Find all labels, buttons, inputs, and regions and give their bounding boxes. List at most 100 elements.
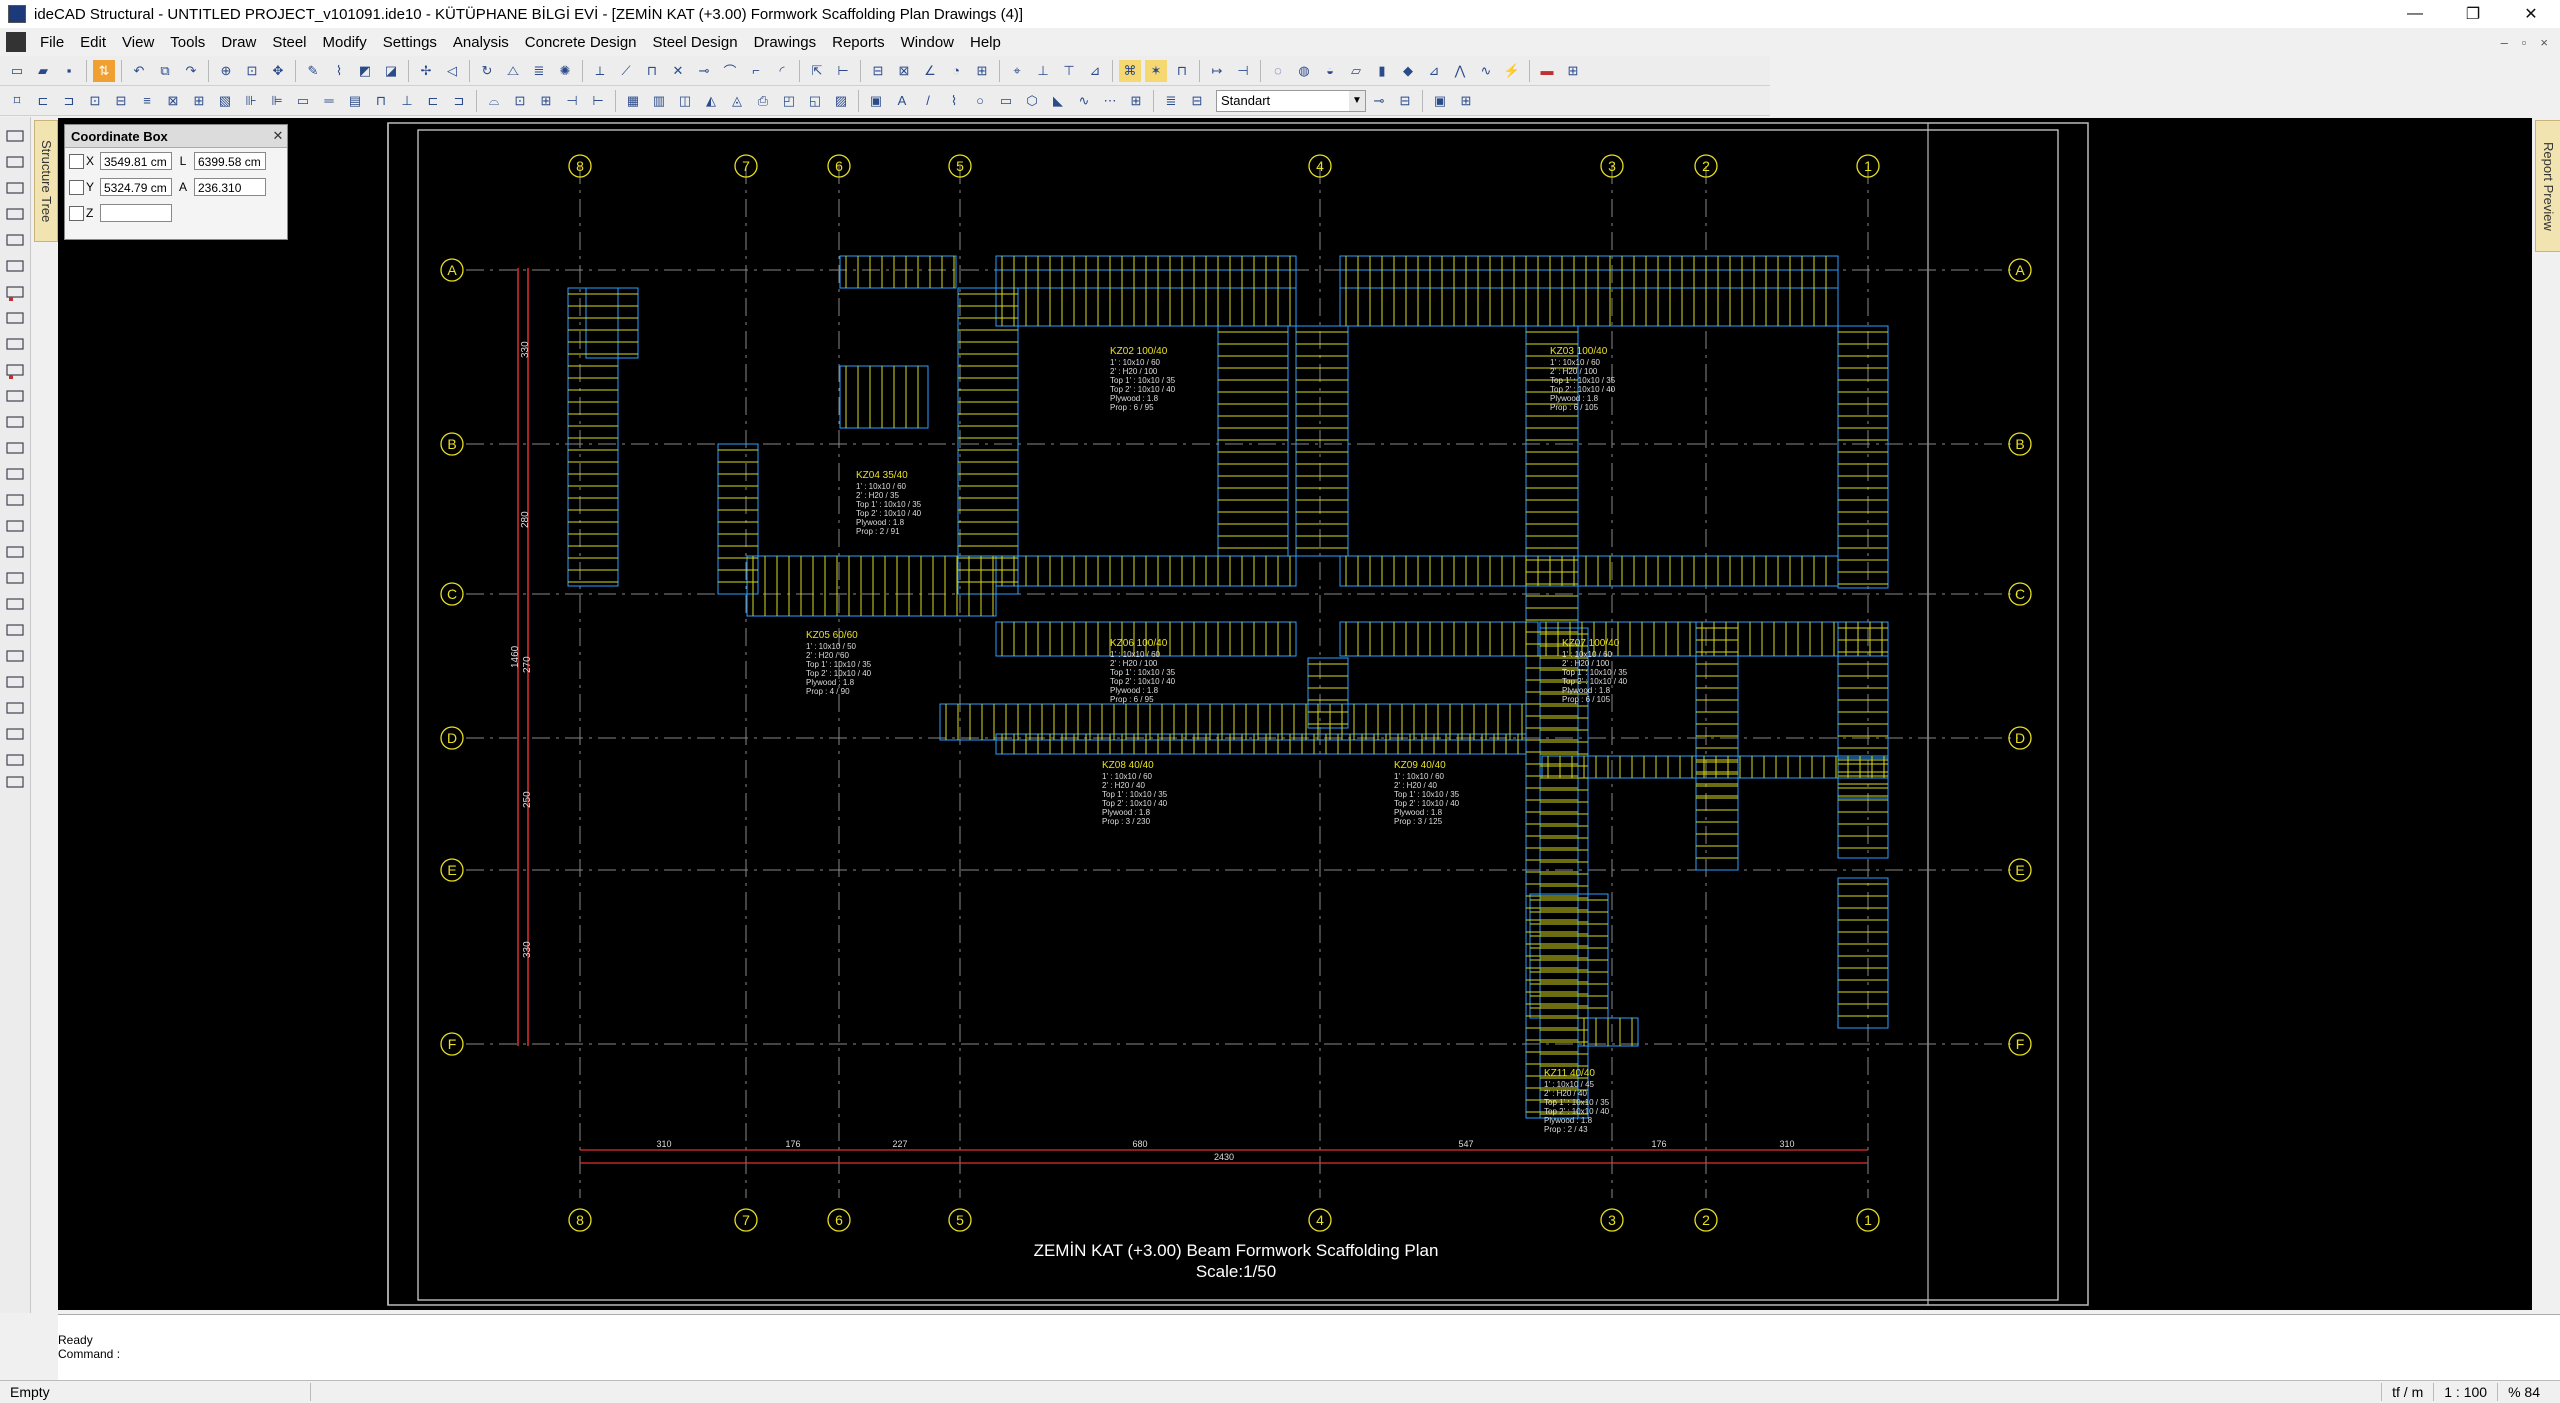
menu-concrete-design[interactable]: Concrete Design: [517, 34, 645, 51]
table-icon[interactable]: ⊞: [1562, 60, 1584, 82]
section-icon[interactable]: ▥: [648, 90, 670, 112]
save-icon[interactable]: ▪: [58, 60, 80, 82]
status-zoom[interactable]: % 84: [2498, 1383, 2560, 1401]
menu-file[interactable]: File: [32, 34, 72, 51]
text-style-icon[interactable]: ⊟: [1186, 90, 1208, 112]
mdi-restore-button[interactable]: ▫: [2522, 35, 2527, 50]
polar-icon[interactable]: ⊿: [1084, 60, 1106, 82]
line-icon[interactable]: /: [917, 90, 939, 112]
document-icon[interactable]: [6, 32, 26, 52]
grid-tool-icon[interactable]: ⊞: [188, 90, 210, 112]
extend-icon[interactable]: ⟋: [615, 60, 637, 82]
formwork-icon[interactable]: ⌑: [6, 90, 28, 112]
column-icon[interactable]: ▮: [1371, 60, 1393, 82]
measure-icon[interactable]: ↦: [1206, 60, 1228, 82]
report-preview-tab[interactable]: Report Preview: [2535, 120, 2560, 252]
menu-steel[interactable]: Steel: [264, 34, 314, 51]
menu-analysis[interactable]: Analysis: [445, 34, 517, 51]
circle-icon[interactable]: ○: [969, 90, 991, 112]
chamfer-icon[interactable]: ⌐: [745, 60, 767, 82]
lightning-icon[interactable]: ⚡: [1501, 60, 1523, 82]
lock-icon[interactable]: ⊓: [1171, 60, 1193, 82]
text-style-select[interactable]: Standart ▼: [1216, 89, 1366, 112]
frame-icon[interactable]: ⊓: [370, 90, 392, 112]
status-unit[interactable]: tf / m: [2381, 1383, 2435, 1401]
spline-icon[interactable]: ∿: [1073, 90, 1095, 112]
close-icon[interactable]: ✕: [269, 128, 287, 144]
object-snap-icon[interactable]: ⌘: [1119, 59, 1141, 82]
text-icon[interactable]: A: [891, 90, 913, 112]
snap-icon[interactable]: ⌖: [1006, 60, 1028, 82]
slab-icon[interactable]: ▱: [1345, 60, 1367, 82]
open-folder-icon[interactable]: ▰: [32, 60, 54, 82]
view-icon[interactable]: ◬: [726, 90, 748, 112]
box-icon[interactable]: ⊡: [509, 90, 531, 112]
tag-icon[interactable]: ◪: [380, 60, 402, 82]
timber-icon[interactable]: ═: [318, 90, 340, 112]
zoom-icon[interactable]: ⊕: [215, 60, 237, 82]
dim-continue-icon[interactable]: ⊞: [971, 60, 993, 82]
z-checkbox[interactable]: [69, 205, 84, 221]
undo-icon[interactable]: ↶: [128, 60, 150, 82]
rotate-icon[interactable]: ↻: [476, 60, 498, 82]
grid-snap-icon[interactable]: ⊤: [1058, 60, 1080, 82]
menu-modify[interactable]: Modify: [315, 34, 375, 51]
scaffold-icon[interactable]: ⊪: [240, 90, 262, 112]
light-icon[interactable]: ◌: [1267, 60, 1289, 82]
x-field[interactable]: 3549.81 cm: [100, 152, 172, 170]
dim-aligned-icon[interactable]: ⊠: [893, 60, 915, 82]
foundation-icon[interactable]: ◒: [1319, 60, 1341, 82]
opening-icon[interactable]: ⊠: [162, 90, 184, 112]
menu-tools[interactable]: Tools: [162, 34, 213, 51]
dimension-icon[interactable]: ⊢: [832, 60, 854, 82]
drawing-canvas[interactable]: 87654321 87654321 ABCDEF ABCDEF 330 280 …: [58, 118, 2532, 1310]
a-field[interactable]: 236.310: [194, 178, 266, 196]
dim-radius-icon[interactable]: ◔: [945, 60, 967, 82]
y-checkbox[interactable]: [69, 179, 84, 195]
stair-icon[interactable]: ≡: [136, 90, 158, 112]
maximize-button[interactable]: ❐: [2444, 0, 2502, 28]
column-tool-icon[interactable]: ⊐: [58, 90, 80, 112]
copy-icon[interactable]: ⧉: [154, 60, 176, 82]
window-icon[interactable]: ▣: [1429, 90, 1451, 112]
plan-icon[interactable]: ▦: [622, 90, 644, 112]
layers-icon[interactable]: ≣: [1160, 90, 1182, 112]
graph-icon[interactable]: ⋀: [1449, 60, 1471, 82]
array-icon[interactable]: ⊞: [535, 90, 557, 112]
join-icon[interactable]: ⊸: [693, 60, 715, 82]
arc-icon[interactable]: ◜: [771, 60, 793, 82]
wall-tool-icon[interactable]: ⊡: [84, 90, 106, 112]
3d-icon[interactable]: ◫: [674, 90, 696, 112]
erase-icon[interactable]: ◁: [441, 60, 463, 82]
pencil-icon[interactable]: ✎: [302, 60, 324, 82]
tile-icon[interactable]: ⊞: [1455, 90, 1477, 112]
menu-edit[interactable]: Edit: [72, 34, 114, 51]
pan-icon[interactable]: ✥: [267, 60, 289, 82]
fillet-icon[interactable]: ⌒: [719, 60, 741, 82]
y-field[interactable]: 5324.79 cm: [100, 178, 172, 196]
image-icon[interactable]: ▣: [865, 90, 887, 112]
dim-angle-icon[interactable]: ∠: [919, 60, 941, 82]
trim-icon[interactable]: ⟂: [589, 60, 611, 82]
offset-icon[interactable]: ⊓: [641, 60, 663, 82]
menu-settings[interactable]: Settings: [375, 34, 445, 51]
brush-icon[interactable]: ⌇: [328, 60, 350, 82]
select-icon[interactable]: ⇱: [806, 60, 828, 82]
arch-icon[interactable]: ⌓: [483, 90, 505, 112]
panel-icon[interactable]: ▤: [344, 90, 366, 112]
align-icon[interactable]: ⊢: [587, 90, 609, 112]
mirror-icon[interactable]: ⧍: [502, 60, 524, 82]
slab-tool-icon[interactable]: ⊟: [110, 90, 132, 112]
fill-icon[interactable]: ◣: [1047, 90, 1069, 112]
eraser-icon[interactable]: ◩: [354, 60, 376, 82]
menu-view[interactable]: View: [114, 34, 162, 51]
style-edit-icon[interactable]: ⊸: [1368, 90, 1390, 112]
plywood-icon[interactable]: ▭: [292, 90, 314, 112]
structure-icon[interactable]: ⇅: [93, 59, 115, 82]
close-button[interactable]: ✕: [2502, 0, 2560, 28]
mdi-minimize-button[interactable]: –: [2501, 35, 2508, 50]
polygon-icon[interactable]: ⬡: [1021, 90, 1043, 112]
hatch-icon[interactable]: ▧: [214, 90, 236, 112]
minimize-button[interactable]: —: [2386, 0, 2444, 28]
coordinate-box-header[interactable]: Coordinate Box ✕: [65, 125, 287, 148]
